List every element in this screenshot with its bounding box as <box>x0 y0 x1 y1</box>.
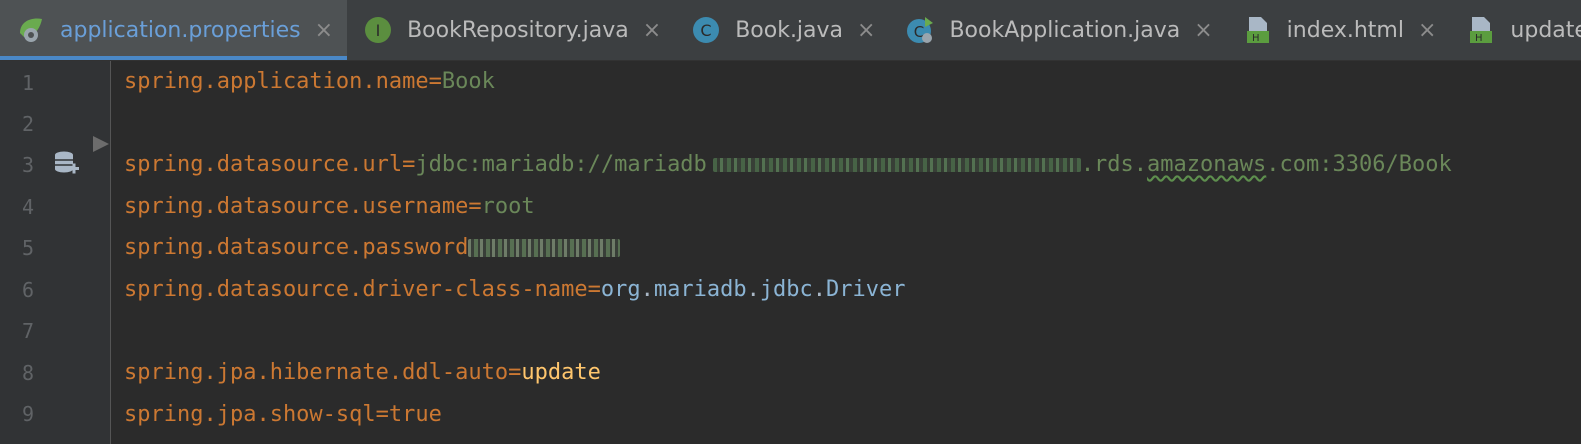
spring-boot-class-icon: C <box>907 17 934 43</box>
property-value: true <box>388 402 442 427</box>
html-file-icon: H <box>1470 17 1493 44</box>
line-number: 9 <box>22 402 35 426</box>
line-number: 3 <box>22 153 35 177</box>
line-number: 4 <box>22 195 35 219</box>
package-segment: mariadb <box>653 277 747 302</box>
close-icon[interactable]: × <box>1194 18 1212 43</box>
property-key: spring.datasource.driver-class-name <box>124 277 588 302</box>
class-name: Driver <box>826 277 906 302</box>
code-line-1: spring.application.name=Book <box>124 61 495 102</box>
tab-label: application.properties <box>60 17 301 43</box>
spring-properties-icon <box>20 18 42 42</box>
tab-book-java[interactable]: C Book.java × <box>675 0 889 60</box>
tab-updatebook[interactable]: H updateBook <box>1450 0 1581 60</box>
package-segment: jdbc <box>759 277 813 302</box>
line-number: 5 <box>22 236 35 260</box>
tab-label: BookApplication.java <box>949 17 1181 43</box>
code-line-6: spring.datasource.driver-class-name=org.… <box>124 269 906 310</box>
redacted-password <box>468 239 621 257</box>
close-icon[interactable]: × <box>1418 18 1436 43</box>
close-icon[interactable]: × <box>315 18 333 43</box>
equals-sign: = <box>402 152 416 177</box>
tab-label: updateBook <box>1510 17 1581 43</box>
tab-index-html[interactable]: H index.html × <box>1227 0 1451 60</box>
package-dot: . <box>746 277 760 302</box>
database-icon[interactable] <box>52 150 80 178</box>
class-icon: C <box>693 17 720 43</box>
package-segment: org <box>600 277 641 302</box>
code-line-3: spring.datasource.url=jdbc:mariadb://mar… <box>124 144 1452 185</box>
fold-marker-icon[interactable] <box>93 136 109 152</box>
property-value: .rds. <box>1080 152 1148 177</box>
package-dot: . <box>640 277 654 302</box>
package-dot: . <box>812 277 827 302</box>
equals-sign: = <box>428 69 442 94</box>
tab-label: BookRepository.java <box>407 17 629 43</box>
tab-bookapplication-java[interactable]: C BookApplication.java × <box>889 0 1226 60</box>
code-line-8: spring.jpa.hibernate.ddl-auto=update <box>124 352 601 393</box>
line-number: 6 <box>22 278 35 302</box>
line-number: 7 <box>22 319 35 343</box>
line-number: 8 <box>22 361 35 385</box>
property-key: spring.datasource.url <box>124 152 403 177</box>
equals-sign: = <box>587 277 601 302</box>
code-line-4: spring.datasource.username=root <box>124 186 535 227</box>
property-value: .com:3306/Book <box>1266 152 1452 177</box>
editor-tab-bar: application.properties × I BookRepositor… <box>0 0 1581 61</box>
property-value: Book <box>441 69 495 94</box>
property-key: spring.datasource.username <box>124 194 469 219</box>
property-key: spring.application.name <box>124 69 429 94</box>
property-key: spring.jpa.show-sql <box>124 402 376 427</box>
tab-label: Book.java <box>735 17 844 43</box>
close-icon[interactable]: × <box>643 18 661 43</box>
close-icon[interactable]: × <box>857 18 875 43</box>
code-line-9: spring.jpa.show-sql=true <box>124 394 442 435</box>
code-line-5: spring.datasource.password <box>124 227 621 268</box>
tab-bookrepository-java[interactable]: I BookRepository.java × <box>347 0 675 60</box>
property-value: update <box>521 360 601 385</box>
svg-text:I: I <box>376 21 381 40</box>
svg-text:C: C <box>701 21 712 40</box>
svg-text:H: H <box>1475 33 1483 44</box>
tab-label: index.html <box>1286 17 1404 43</box>
property-value: jdbc:mariadb://mariadb <box>415 152 707 177</box>
tab-application-properties[interactable]: application.properties × <box>0 0 348 60</box>
interface-icon: I <box>365 17 392 43</box>
equals-sign: = <box>468 194 482 219</box>
equals-sign: = <box>375 402 389 427</box>
property-key: spring.datasource.password <box>124 235 469 260</box>
property-value-typo-squiggle: amazonaws <box>1147 152 1267 177</box>
editor-gutter <box>0 61 111 444</box>
line-number: 2 <box>22 112 35 136</box>
equals-sign: = <box>508 360 522 385</box>
svg-text:H: H <box>1252 33 1260 44</box>
redacted-host <box>712 158 1081 172</box>
property-key: spring.jpa.hibernate.ddl-auto <box>124 360 509 385</box>
line-number: 1 <box>22 71 35 95</box>
property-value: root <box>481 194 535 219</box>
html-file-icon: H <box>1246 17 1269 44</box>
